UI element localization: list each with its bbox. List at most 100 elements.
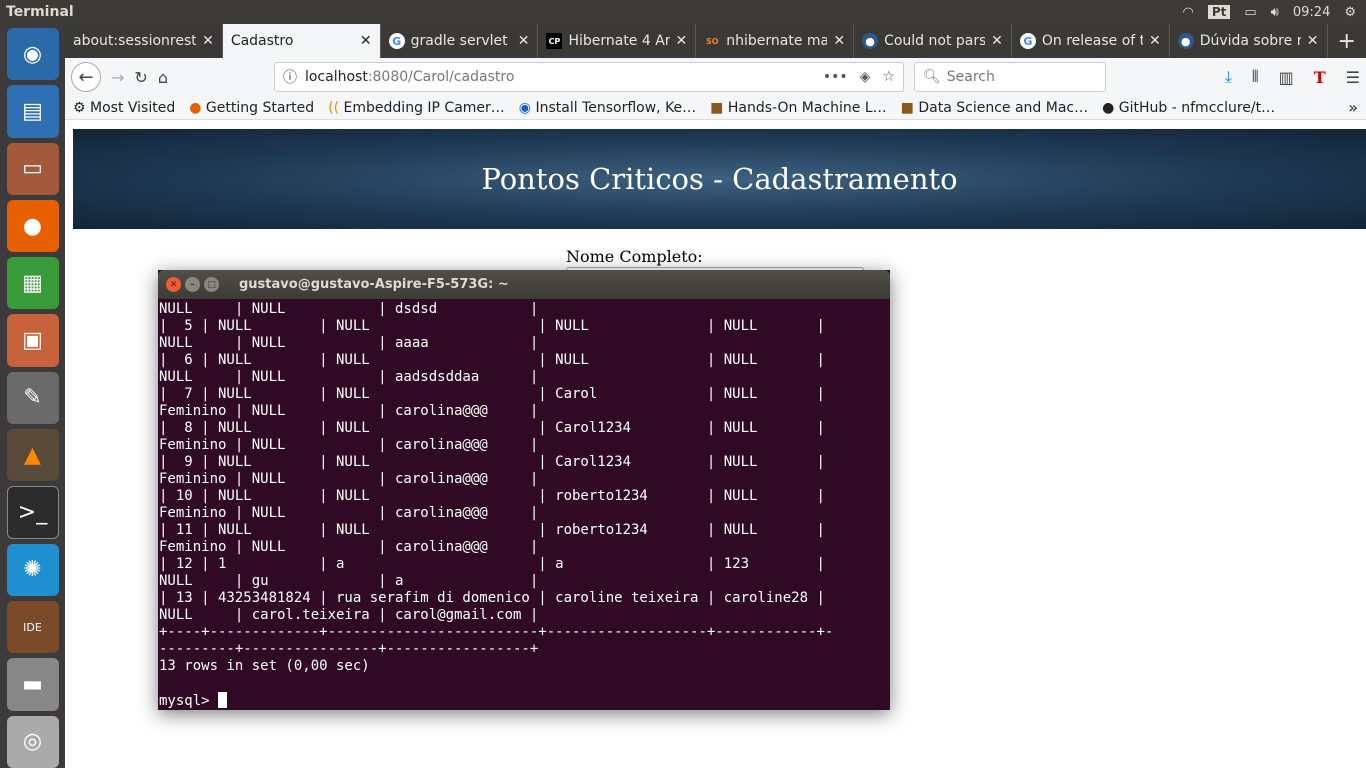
ubuntu-dash-icon[interactable]: ◉	[6, 28, 59, 81]
more-bookmarks-chevron-icon[interactable]: »	[1348, 98, 1358, 117]
firefox-icon[interactable]: ●	[6, 199, 59, 253]
pocket-icon[interactable]: ◈	[860, 69, 871, 85]
system-settings-icon[interactable]: ✎	[6, 371, 59, 425]
bookmark-embedding-ip[interactable]: (( Embedding IP Camer…	[328, 100, 505, 116]
url-bar[interactable]: ⓘ localhost:8080/Carol/cadastro ••• ◈ ☆	[273, 62, 904, 92]
terminal-titlebar[interactable]: ✕ – □ gustavo@gustavo-Aspire-F5-573G: ~	[158, 270, 890, 299]
google-icon: G	[388, 33, 405, 49]
battery-icon[interactable]: ▭	[1244, 5, 1256, 20]
new-tab-button[interactable]: +	[1328, 24, 1366, 58]
close-tab-icon[interactable]: ✕	[1307, 33, 1319, 49]
bookmark-label: Getting Started	[205, 99, 315, 116]
library-icon[interactable]: ⫴	[1252, 67, 1259, 87]
wifi-icon[interactable]: ◠	[1183, 5, 1194, 20]
close-tab-icon[interactable]: ✕	[1149, 33, 1161, 49]
prompt-text: mysql>	[159, 693, 219, 709]
terminal-icon[interactable]: >_	[6, 486, 59, 539]
bookmark-star-icon[interactable]: ☆	[882, 69, 895, 85]
forward-button[interactable]: →	[111, 68, 124, 87]
terminal-line: Feminino | NULL | carolina@@@ |	[159, 471, 539, 487]
bookmark-label: Install Tensorflow, Ke…	[535, 99, 697, 116]
bookmark-github[interactable]: ● GitHub - nfmcclure/t…	[1102, 100, 1275, 116]
tab-cadastro[interactable]: Cadastro ✕	[222, 24, 381, 58]
page-actions-icon[interactable]: •••	[823, 69, 848, 85]
bookmark-tensorflow[interactable]: ◉ Install Tensorflow, Ke…	[519, 100, 696, 116]
url-path: :8080/Carol/cadastro	[367, 69, 515, 85]
top-panel: Terminal ◠ Pt ▭ 🔊︎ 09:24 ⚙	[0, 0, 1366, 24]
site-icon: ◉	[518, 99, 532, 116]
terminal-line: Feminino | NULL | carolina@@@ |	[159, 403, 539, 419]
drive-icon[interactable]: ▬	[6, 658, 59, 711]
power-gear-icon[interactable]: ⚙	[1344, 5, 1356, 20]
terminal-line: | 9 | NULL | NULL | Carol1234 | NULL |	[159, 454, 825, 470]
terminal-line: NULL | NULL | aadsdsddaa |	[159, 369, 539, 385]
tab-label: On release of t	[1041, 33, 1143, 49]
minimize-window-button[interactable]: –	[185, 277, 200, 292]
close-tab-icon[interactable]: ✕	[360, 33, 372, 49]
home-button[interactable]: ⌂	[158, 68, 168, 87]
bookmark-most-visited[interactable]: ⚙ Most Visited	[73, 100, 175, 116]
page-title: Pontos Criticos - Cadastramento	[481, 162, 958, 196]
terminal-line: ---------+----------------+-------------…	[159, 641, 539, 657]
github-icon: ●	[1102, 99, 1115, 116]
terminal-line: | 12 | 1 | a | a | 123 |	[159, 556, 825, 572]
volume-icon[interactable]: 🔊︎	[1271, 5, 1279, 20]
sidebar-icon[interactable]: ▥	[1279, 68, 1294, 87]
tab-nhibernate[interactable]: SO nhibernate ma ✕	[696, 24, 855, 58]
close-tab-icon[interactable]: ✕	[991, 33, 1003, 49]
tab-label: Hibernate 4 Ar	[568, 33, 670, 49]
terminal-line: NULL | gu | a |	[159, 573, 539, 589]
tab-gradle-servlet[interactable]: Ggradle servlet ✕	[381, 24, 539, 58]
extension-t-icon[interactable]: T	[1314, 68, 1326, 87]
terminal-line: NULL | carol.teixeira | carol@gmail.com …	[159, 607, 539, 623]
bookmark-data-science[interactable]: ■ Data Science and Mac…	[901, 100, 1088, 116]
tab-hibernate[interactable]: CP Hibernate 4 Ar ✕	[538, 24, 697, 58]
page-header: Pontos Criticos - Cadastramento	[73, 129, 1366, 229]
tab-label: nhibernate ma	[726, 33, 828, 49]
clock[interactable]: 09:24	[1293, 5, 1330, 20]
libreoffice-writer-icon[interactable]: ▤	[6, 85, 59, 138]
tab-label: Could not pars	[884, 33, 986, 49]
search-input[interactable]: 🔍︎ Search	[913, 62, 1106, 92]
vlc-icon[interactable]: ▲	[6, 429, 59, 482]
bookmark-label: Data Science and Mac…	[918, 99, 1089, 116]
terminal-line: Feminino | NULL | carolina@@@ |	[159, 437, 539, 453]
close-tab-icon[interactable]: ✕	[518, 33, 530, 49]
active-app-name: Terminal	[6, 4, 74, 20]
app-icon[interactable]: ✺	[6, 543, 59, 597]
disc-icon[interactable]: ◎	[6, 715, 59, 768]
tab-sessionrestore[interactable]: about:sessionrest ✕	[65, 24, 223, 58]
keyboard-layout-indicator[interactable]: Pt	[1207, 5, 1231, 19]
files-icon[interactable]: ▭	[6, 142, 59, 195]
terminal-output[interactable]: NULL | NULL | dsdsd | | 5 | NULL | NULL |…	[158, 299, 890, 710]
libreoffice-calc-icon[interactable]: ▦	[6, 257, 59, 310]
bookmark-getting-started[interactable]: ● Getting Started	[189, 100, 314, 116]
close-tab-icon[interactable]: ✕	[833, 33, 845, 49]
libreoffice-impress-icon[interactable]: ▣	[6, 314, 59, 367]
java-ee-ide-icon[interactable]: IDE	[6, 601, 59, 654]
menu-icon[interactable]: ☰	[1346, 68, 1360, 87]
terminal-window[interactable]: ✕ – □ gustavo@gustavo-Aspire-F5-573G: ~ …	[158, 270, 890, 710]
tab-could-not-parse[interactable]: ● Could not pars ✕	[854, 24, 1012, 58]
tab-on-release[interactable]: G On release of t ✕	[1012, 24, 1170, 58]
google-icon: G	[1019, 33, 1036, 49]
tab-label: Cadastro	[230, 33, 294, 49]
close-window-button[interactable]: ✕	[166, 277, 181, 292]
tab-bar: about:sessionrest ✕ Cadastro ✕ Ggradle ser…	[65, 24, 1366, 58]
close-tab-icon[interactable]: ✕	[202, 33, 214, 49]
terminal-line: NULL | NULL | aaaa |	[159, 335, 539, 351]
downloads-icon[interactable]: ⤓	[1225, 67, 1232, 87]
terminal-line: | 5 | NULL | NULL | NULL | NULL |	[159, 318, 825, 334]
reload-button[interactable]: ↻	[134, 68, 147, 87]
info-icon[interactable]: ⓘ	[283, 67, 297, 87]
terminal-line: NULL | NULL | dsdsd |	[159, 301, 539, 317]
close-tab-icon[interactable]: ✕	[676, 33, 688, 49]
tab-duvida[interactable]: ● Dúvida sobre r ✕	[1170, 24, 1328, 58]
bookmark-hands-on-ml[interactable]: ■ Hands-On Machine L…	[710, 100, 887, 116]
tab-label: Dúvida sobre r	[1199, 33, 1301, 49]
terminal-line: | 13 | 43253481824 | rua serafim di dome…	[159, 590, 825, 606]
maximize-window-button[interactable]: □	[204, 277, 219, 292]
mysql-prompt[interactable]: mysql>	[159, 692, 890, 710]
back-button[interactable]: ←	[71, 62, 101, 92]
